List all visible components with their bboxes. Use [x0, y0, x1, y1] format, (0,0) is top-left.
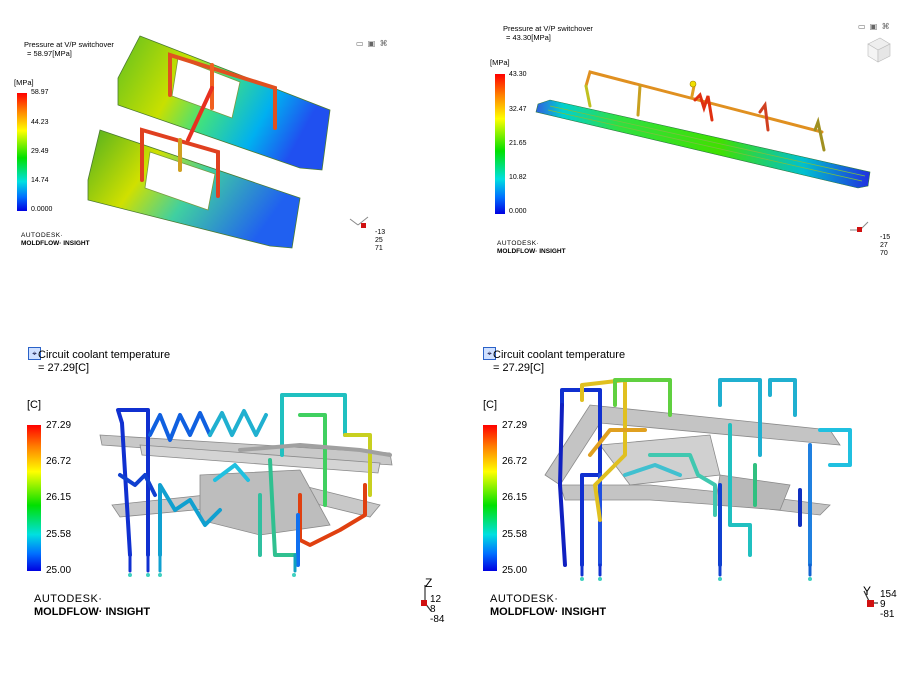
view-cube-icon: [867, 37, 891, 63]
triad-readout: -13 25 71: [375, 229, 386, 252]
model-viewport-pressure-1[interactable]: [0, 0, 450, 300]
runner: [693, 92, 714, 122]
result-panel-coolant-2[interactable]: ⌖ Circuit coolant temperature = 27.29[C]…: [450, 335, 900, 694]
coolant-circuit: [768, 378, 797, 417]
triad-readout: 154 9 -81: [880, 589, 897, 620]
part-beam: [535, 99, 871, 189]
runner: [690, 84, 696, 98]
triad-readout: -15 27 70: [880, 234, 891, 257]
part-beam-rib: [547, 109, 863, 182]
result-panel-pressure-2[interactable]: Pressure at V/P switchover = 43.30[MPa] …: [450, 0, 900, 300]
svg-text:Y: Y: [863, 584, 871, 598]
coolant-circuit: [208, 409, 268, 437]
runner: [813, 116, 826, 152]
injection-point: [689, 80, 697, 88]
coolant-circuit: [718, 378, 762, 457]
coolant-circuit: [148, 411, 212, 442]
svg-text:Z: Z: [425, 576, 432, 590]
inlet-markers: [128, 573, 296, 577]
orientation-triad: Y: [863, 584, 878, 607]
runner: [636, 84, 642, 117]
result-panel-pressure-1[interactable]: Pressure at V/P switchover = 58.97[MPa] …: [0, 0, 450, 300]
model-viewport-coolant-2[interactable]: Y: [450, 335, 900, 694]
model-viewport-pressure-2[interactable]: [450, 0, 900, 300]
triad-readout: 12 8 -84: [430, 594, 445, 625]
orientation-triad: [349, 216, 369, 228]
orientation-triad: [850, 221, 869, 232]
result-panel-coolant-1[interactable]: ⌖ Circuit coolant temperature = 27.29[C]…: [0, 335, 450, 694]
model-viewport-coolant-1[interactable]: Z: [0, 335, 450, 694]
part-beam-rib: [549, 105, 866, 177]
runner: [584, 84, 592, 108]
inlet-markers: [580, 577, 812, 581]
